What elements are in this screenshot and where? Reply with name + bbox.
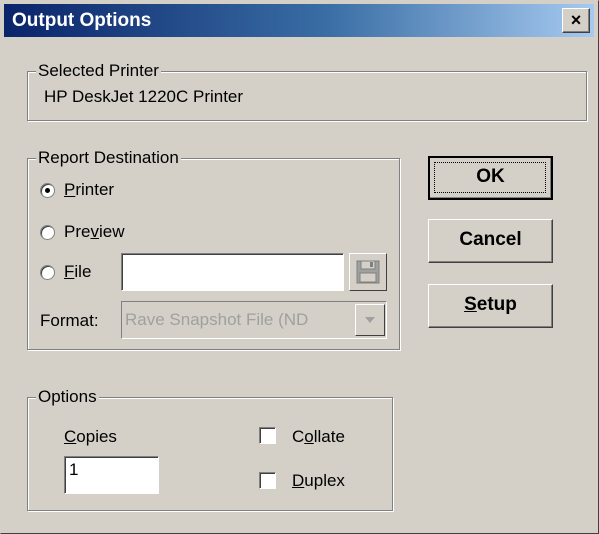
focus-ring: [434, 162, 546, 193]
setup-button[interactable]: Setup: [428, 284, 553, 328]
floppy-disk-icon: [356, 260, 380, 284]
radio-selected-dot: [45, 188, 50, 193]
report-destination-legend: Report Destination: [36, 148, 181, 168]
output-options-dialog: Output Options × Selected Printer HP Des…: [0, 0, 599, 534]
selected-printer-group: Selected Printer HP DeskJet 1220C Printe…: [27, 61, 587, 121]
radio-file-button[interactable]: [40, 265, 55, 280]
radio-preview-button[interactable]: [40, 225, 55, 240]
chevron-down-icon: [365, 317, 375, 323]
radio-file-label[interactable]: File: [64, 262, 91, 282]
ok-button[interactable]: OK: [428, 156, 553, 200]
format-dropdown-button[interactable]: [355, 304, 385, 336]
format-select-value: Rave Snapshot File (ND: [125, 310, 309, 329]
cancel-button-label: Cancel: [459, 229, 522, 250]
radio-preview-label[interactable]: Preview: [64, 222, 124, 242]
report-destination-group: Report Destination Printer Preview File: [27, 148, 400, 350]
file-path-input[interactable]: [121, 253, 344, 291]
collate-label[interactable]: Collate: [292, 427, 345, 447]
cancel-button[interactable]: Cancel: [428, 219, 553, 263]
collate-checkbox[interactable]: [259, 427, 276, 444]
duplex-label[interactable]: Duplex: [292, 471, 345, 491]
setup-button-label: Setup: [464, 294, 517, 315]
options-group: Options Copies 1 Collate Duplex: [27, 387, 393, 511]
radio-printer-button[interactable]: [40, 183, 55, 198]
format-select[interactable]: Rave Snapshot File (ND: [121, 301, 387, 339]
browse-file-button[interactable]: [349, 253, 387, 291]
close-button[interactable]: ×: [562, 8, 590, 33]
radio-printer-label[interactable]: Printer: [64, 180, 114, 200]
selected-printer-legend: Selected Printer: [36, 61, 161, 81]
close-icon: ×: [570, 10, 582, 30]
options-legend: Options: [36, 387, 99, 407]
format-label: Format:: [40, 311, 99, 330]
window-title: Output Options: [12, 10, 152, 31]
duplex-checkbox[interactable]: [259, 472, 276, 489]
title-bar[interactable]: Output Options ×: [4, 4, 594, 37]
copies-label: Copies: [64, 427, 117, 446]
printer-name: HP DeskJet 1220C Printer: [44, 87, 244, 106]
copies-input[interactable]: 1: [64, 456, 159, 494]
